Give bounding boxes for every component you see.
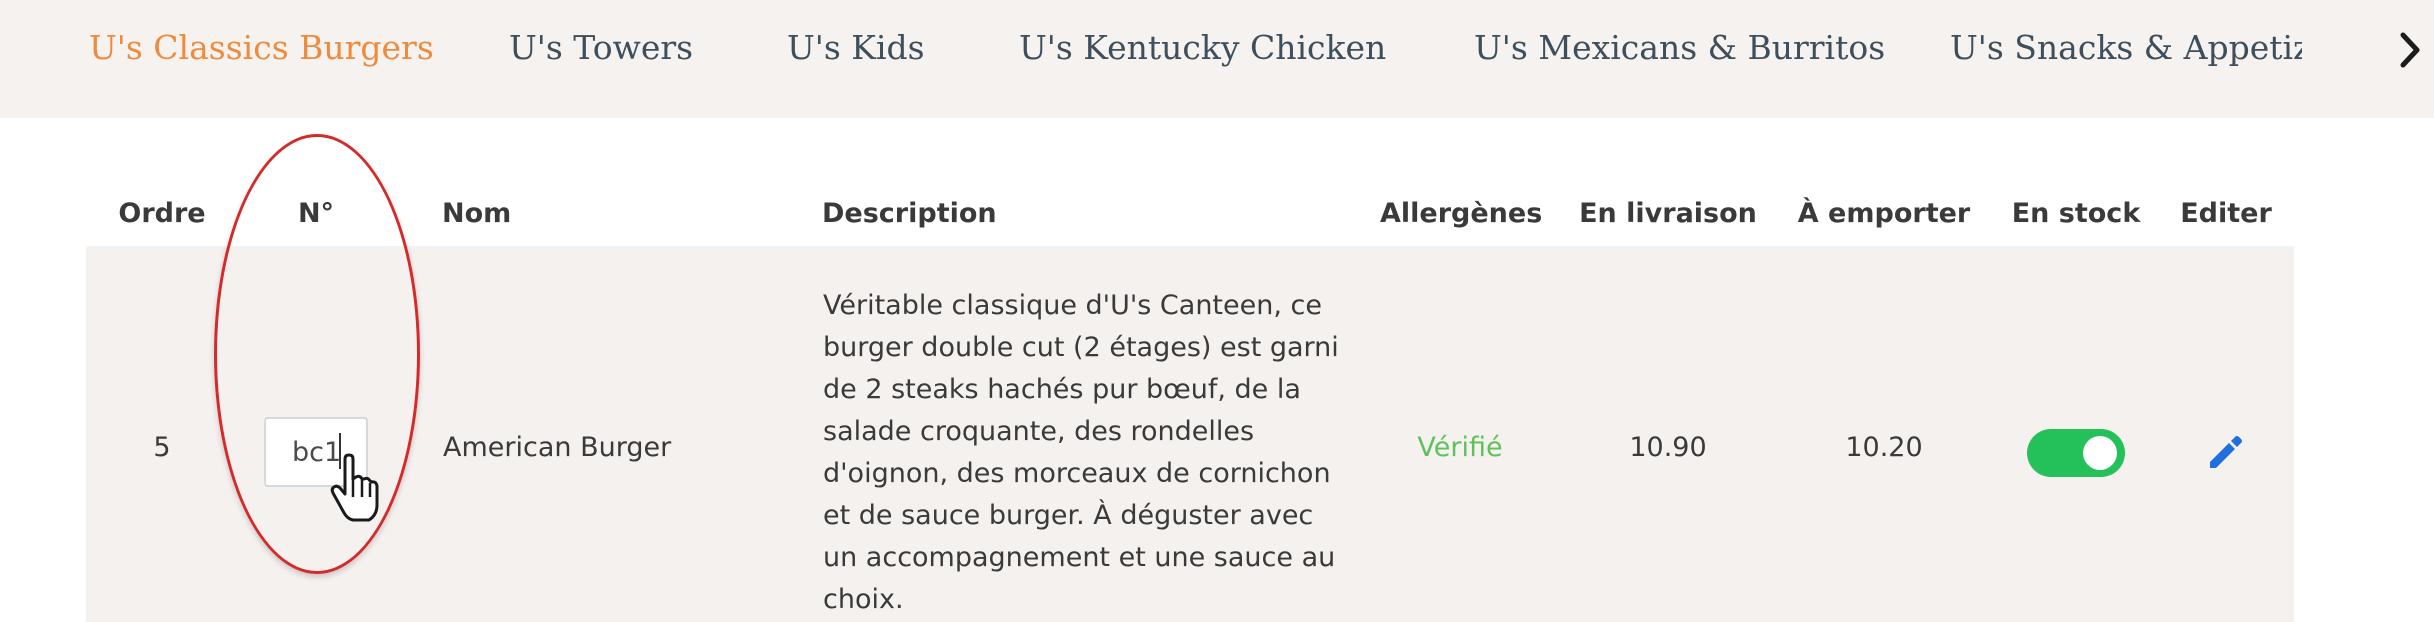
column-header-description: Description bbox=[822, 198, 997, 229]
row-order: 5 bbox=[153, 432, 171, 463]
tab-towers[interactable]: U's Towers bbox=[509, 22, 693, 74]
allergens-status: Vérifié bbox=[1417, 432, 1503, 463]
in-stock-toggle[interactable] bbox=[2027, 429, 2125, 477]
column-header-name: Nom bbox=[442, 198, 512, 229]
chevron-right-icon[interactable] bbox=[2390, 24, 2430, 76]
tab-snacks-clip: U's Snacks & Appetizers bbox=[1950, 22, 2302, 74]
column-header-order: Ordre bbox=[118, 198, 206, 229]
column-header-number: N° bbox=[297, 198, 335, 229]
category-tab-bar: U's Classics Burgers U's Towers U's Kids… bbox=[0, 0, 2434, 118]
column-header-delivery: En livraison bbox=[1579, 198, 1757, 229]
tab-classics-burgers[interactable]: U's Classics Burgers bbox=[89, 22, 434, 74]
text-caret bbox=[339, 433, 341, 469]
row-delivery-price: 10.90 bbox=[1629, 432, 1707, 463]
row-takeaway-price: 10.20 bbox=[1845, 432, 1923, 463]
row-description: Véritable classique d'U's Canteen, ce bu… bbox=[823, 290, 1339, 615]
pencil-icon[interactable] bbox=[2204, 432, 2246, 474]
tab-kentucky-chicken[interactable]: U's Kentucky Chicken bbox=[1019, 22, 1386, 74]
toggle-knob bbox=[2083, 436, 2117, 470]
tab-mexicans-burritos[interactable]: U's Mexicans & Burritos bbox=[1474, 22, 1885, 74]
tab-snacks-appetizers[interactable]: U's Snacks & Appetizers bbox=[1950, 22, 2302, 74]
tab-kids[interactable]: U's Kids bbox=[787, 22, 925, 74]
column-header-edit: Editer bbox=[2180, 198, 2272, 229]
row-name: American Burger bbox=[443, 432, 672, 463]
column-header-allergens: Allergènes bbox=[1380, 198, 1543, 229]
number-input[interactable] bbox=[264, 417, 368, 487]
column-header-takeaway: À emporter bbox=[1797, 198, 1971, 229]
column-header-in-stock: En stock bbox=[2011, 198, 2141, 229]
